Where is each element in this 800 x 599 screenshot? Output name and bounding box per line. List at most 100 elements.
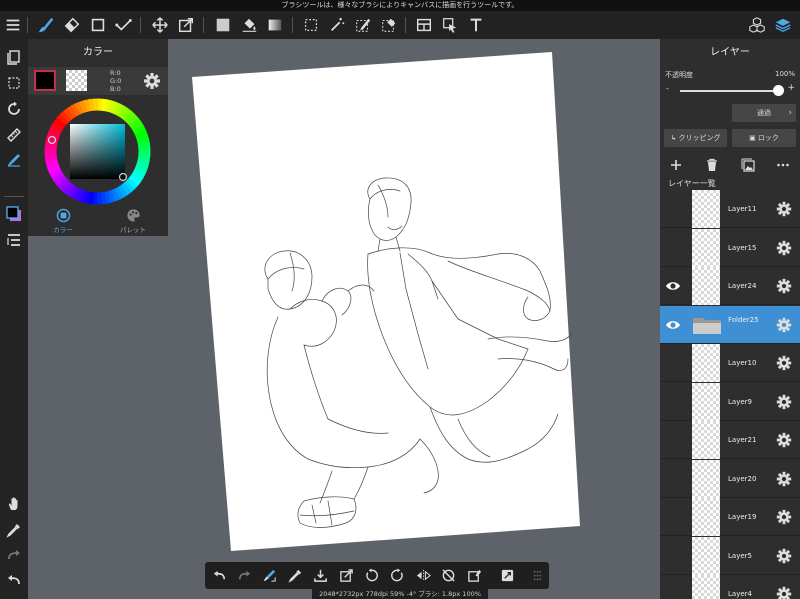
select-eraser-icon[interactable] [378, 14, 400, 36]
rotate-icon[interactable] [3, 98, 25, 120]
visibility-toggle[interactable] [665, 472, 681, 486]
select-pen-icon[interactable] [352, 14, 374, 36]
tab-color[interactable]: カラー [28, 205, 98, 236]
layer-list-icon[interactable] [3, 229, 25, 251]
layer-row[interactable]: Layer20 [660, 459, 800, 498]
layers-icon[interactable] [772, 14, 794, 36]
materials-icon[interactable] [746, 14, 768, 36]
pen-settings-icon[interactable] [3, 149, 25, 171]
gear-icon[interactable] [775, 316, 793, 334]
select-arrow-icon[interactable] [439, 14, 461, 36]
gear-icon[interactable] [775, 547, 793, 565]
layer-row[interactable]: Layer24 [660, 267, 800, 305]
rotate-reset-icon[interactable] [438, 565, 458, 586]
color-swatch-row: R:0 G:0 B:0 [28, 67, 168, 95]
selection-icon[interactable] [3, 72, 25, 94]
trash-icon[interactable] [701, 154, 723, 176]
layer-row[interactable]: Layer9 [660, 382, 800, 421]
visibility-toggle[interactable] [665, 356, 681, 370]
layer-name: Layer5 [728, 551, 752, 560]
clipping-label: クリッピング [678, 134, 721, 142]
color-wheel[interactable] [44, 98, 151, 205]
layer-row[interactable]: Layer4 [660, 575, 800, 599]
visibility-toggle[interactable] [665, 395, 681, 409]
layer-row[interactable]: Layer10 [660, 344, 800, 382]
bucket-icon[interactable] [238, 14, 260, 36]
rectangle-icon[interactable] [87, 14, 109, 36]
ruler-icon[interactable] [3, 124, 25, 146]
layer-row[interactable]: Layer15 [660, 228, 800, 267]
add-layer-icon[interactable] [665, 154, 687, 176]
redo-icon[interactable] [234, 565, 254, 586]
eye-icon[interactable] [665, 318, 681, 332]
visibility-toggle[interactable] [665, 587, 681, 599]
brush-icon[interactable] [35, 14, 57, 36]
eyedropper-icon[interactable] [285, 565, 305, 586]
flip-icon[interactable] [413, 565, 433, 586]
transform-icon[interactable] [175, 14, 197, 36]
magic-wand-icon[interactable] [326, 14, 348, 36]
eraser-icon[interactable] [61, 14, 83, 36]
brush-dropper-icon[interactable] [259, 565, 279, 586]
layer-row[interactable]: Layer11 [660, 190, 800, 228]
lock-button[interactable]: ▣ ロック [732, 129, 796, 147]
rotate-left-icon[interactable] [361, 565, 381, 586]
opacity-slider[interactable] [680, 90, 778, 92]
layer-row[interactable]: Layer5 [660, 536, 800, 575]
palette-icon [126, 209, 140, 222]
tab-palette[interactable]: パレット [98, 205, 168, 236]
opacity-minus-button[interactable]: - [666, 84, 669, 93]
text-icon[interactable] [465, 14, 487, 36]
gear-icon[interactable] [775, 393, 793, 411]
visibility-toggle[interactable] [665, 241, 681, 255]
add-image-layer-icon[interactable] [737, 154, 759, 176]
eyedropper-icon[interactable] [3, 519, 25, 541]
import-icon[interactable] [310, 565, 330, 586]
visibility-toggle[interactable] [665, 433, 681, 447]
move-icon[interactable] [149, 14, 171, 36]
grip-icon[interactable] [527, 565, 547, 586]
gear-icon[interactable] [775, 200, 793, 218]
sub-color-swatch[interactable] [66, 70, 87, 91]
gear-icon[interactable] [775, 585, 793, 599]
layer-thumbnail [692, 344, 720, 382]
opacity-slider-knob[interactable] [773, 85, 784, 96]
gear-icon[interactable] [142, 71, 162, 91]
gear-icon[interactable] [775, 239, 793, 257]
main-color-swatch[interactable] [34, 70, 56, 91]
undo-icon[interactable] [209, 565, 229, 586]
blend-mode-button[interactable]: 通過 › [732, 104, 796, 122]
gear-icon[interactable] [775, 277, 793, 295]
color-icon[interactable] [3, 203, 25, 225]
color-panel-title: カラー [83, 47, 113, 58]
hand-icon[interactable] [3, 493, 25, 515]
visibility-toggle[interactable] [665, 510, 681, 524]
line-icon[interactable] [113, 14, 135, 36]
fullscreen-icon[interactable] [497, 565, 517, 586]
layer-row[interactable]: Layer21 [660, 421, 800, 459]
gear-icon[interactable] [775, 470, 793, 488]
transform-icon[interactable] [336, 565, 356, 586]
layers-icon[interactable] [3, 46, 25, 68]
opacity-plus-button[interactable]: + [787, 83, 795, 93]
gear-icon[interactable] [775, 508, 793, 526]
clear-icon[interactable] [464, 565, 484, 586]
more-icon[interactable] [772, 154, 794, 176]
visibility-toggle[interactable] [665, 549, 681, 563]
gradient-icon[interactable] [264, 14, 286, 36]
layer-name: Layer9 [728, 397, 752, 406]
select-rect-icon[interactable] [300, 14, 322, 36]
layout-icon[interactable] [413, 14, 435, 36]
visibility-toggle[interactable] [665, 202, 681, 216]
rotate-right-icon[interactable] [387, 565, 407, 586]
eye-icon[interactable] [665, 279, 681, 293]
layer-row[interactable]: Folder25 [660, 305, 800, 344]
layer-row[interactable]: Layer19 [660, 498, 800, 536]
undo-icon[interactable] [3, 569, 25, 591]
redo-icon[interactable] [3, 544, 25, 566]
gear-icon[interactable] [775, 431, 793, 449]
gear-icon[interactable] [775, 354, 793, 372]
clipping-button[interactable]: ↳︎ クリッピング [664, 129, 727, 147]
menu-icon[interactable] [2, 14, 24, 36]
fill-color-icon[interactable] [212, 14, 234, 36]
